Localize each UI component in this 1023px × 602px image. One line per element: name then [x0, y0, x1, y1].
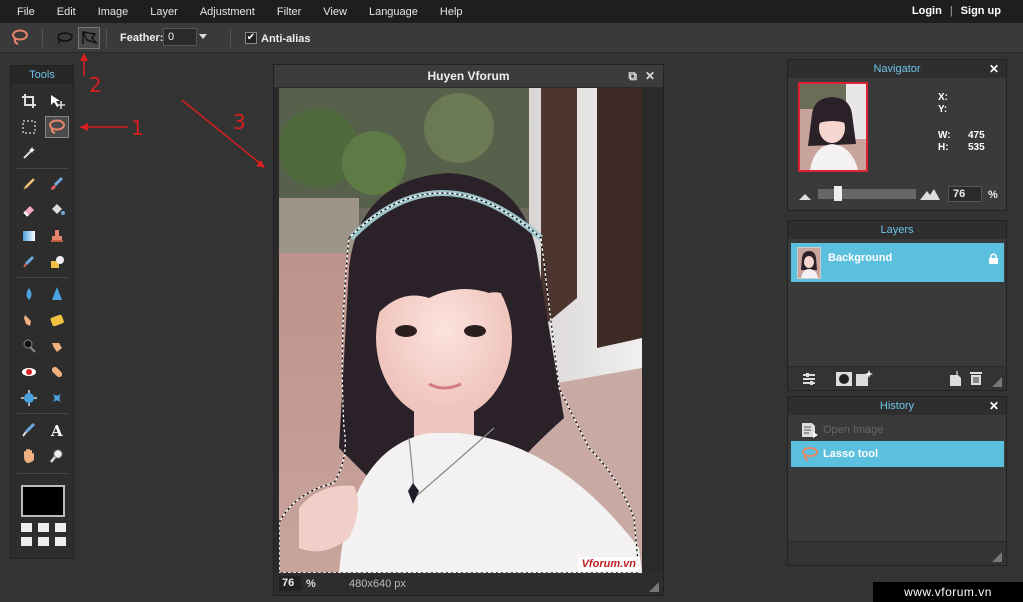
annotation-arrows	[80, 53, 265, 168]
annotation-label-2: 2	[89, 73, 102, 97]
site-watermark: www.vforum.vn	[873, 582, 1023, 602]
annotation-label-1: 1	[131, 116, 144, 140]
annotation-label-3: 3	[233, 110, 246, 134]
